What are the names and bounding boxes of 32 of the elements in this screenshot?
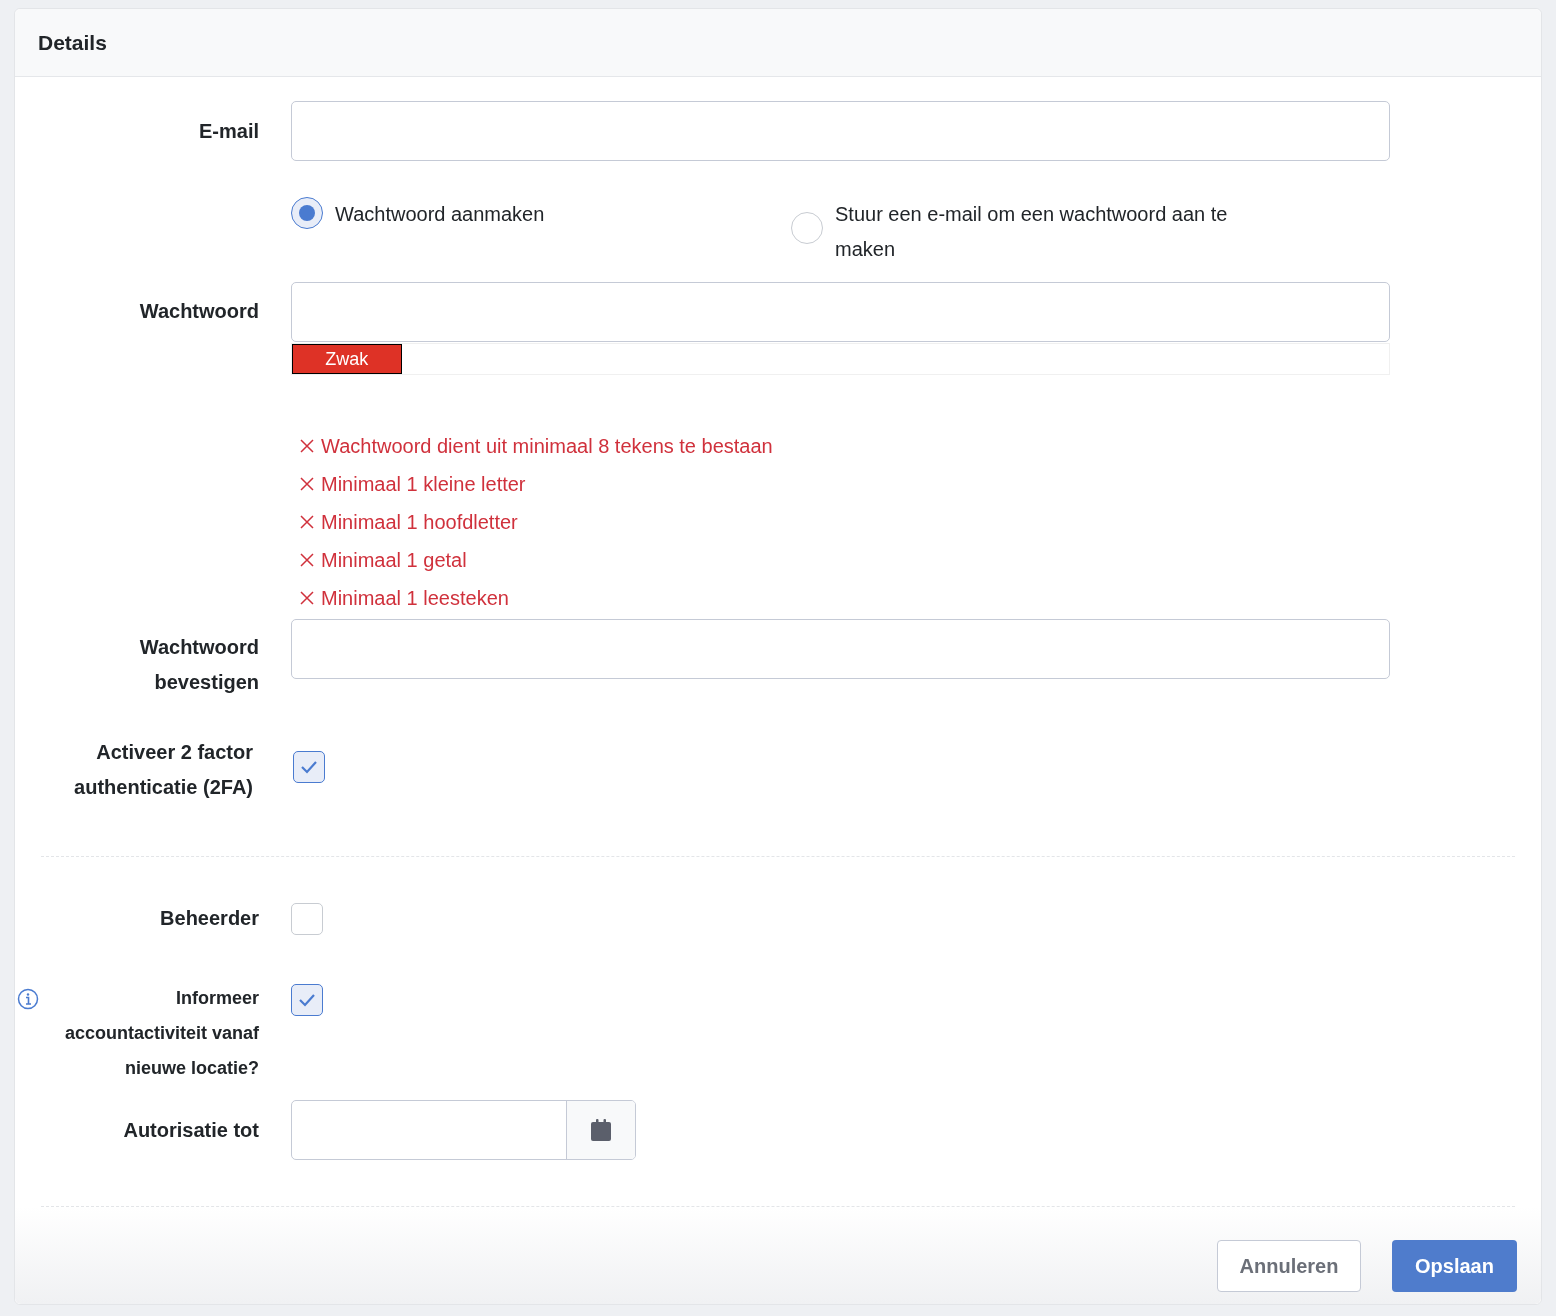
rule-text: Minimaal 1 hoofdletter	[321, 510, 518, 535]
strength-text: Zwak	[325, 347, 369, 371]
radio-button[interactable]	[791, 212, 823, 244]
checkbox[interactable]	[291, 902, 323, 935]
rule-text: Minimaal 1 leesteken	[321, 586, 509, 611]
email-field[interactable]	[291, 101, 1390, 161]
field-label: Wachtwoord	[139, 299, 259, 324]
calendar-button[interactable]	[566, 1101, 635, 1159]
cancel-button[interactable]: Annuleren	[1217, 1240, 1361, 1292]
radio-label: Stuur een e-mail om een wachtwoord aan te maken	[835, 202, 1229, 262]
rule-text: Minimaal 1 kleine letter	[321, 472, 526, 497]
checkbox[interactable]	[291, 984, 323, 1016]
checkbox[interactable]	[293, 751, 325, 783]
checkmark-icon	[300, 760, 318, 774]
field-label: Activeer 2 factor authenticatie (2FA)	[73, 740, 253, 800]
confirm-password-field[interactable]	[291, 619, 1390, 679]
radio-button[interactable]	[291, 197, 323, 229]
password-field[interactable]	[291, 282, 1390, 342]
field-label: Informeer accountactiviteit vanaf nieuwe locatie?	[63, 987, 259, 1080]
info-icon	[17, 988, 39, 1010]
card-title: Details	[38, 29, 107, 56]
radio-label: Wachtwoord aanmaken	[335, 202, 546, 227]
checkmark-icon	[298, 993, 316, 1007]
field-label: Autorisatie tot	[123, 1117, 259, 1143]
field-label: Wachtwoord bevestigen	[138, 635, 259, 695]
date-field[interactable]	[291, 1100, 636, 1160]
rule-text: Wachtwoord dient uit minimaal 8 tekens te bestaan	[321, 434, 773, 459]
field-label: Beheerder	[160, 906, 259, 931]
field-label: E-mail	[198, 118, 259, 144]
calendar-icon	[591, 1119, 611, 1141]
save-button[interactable]: Opslaan	[1392, 1240, 1517, 1292]
rule-text: Minimaal 1 getal	[321, 548, 467, 573]
